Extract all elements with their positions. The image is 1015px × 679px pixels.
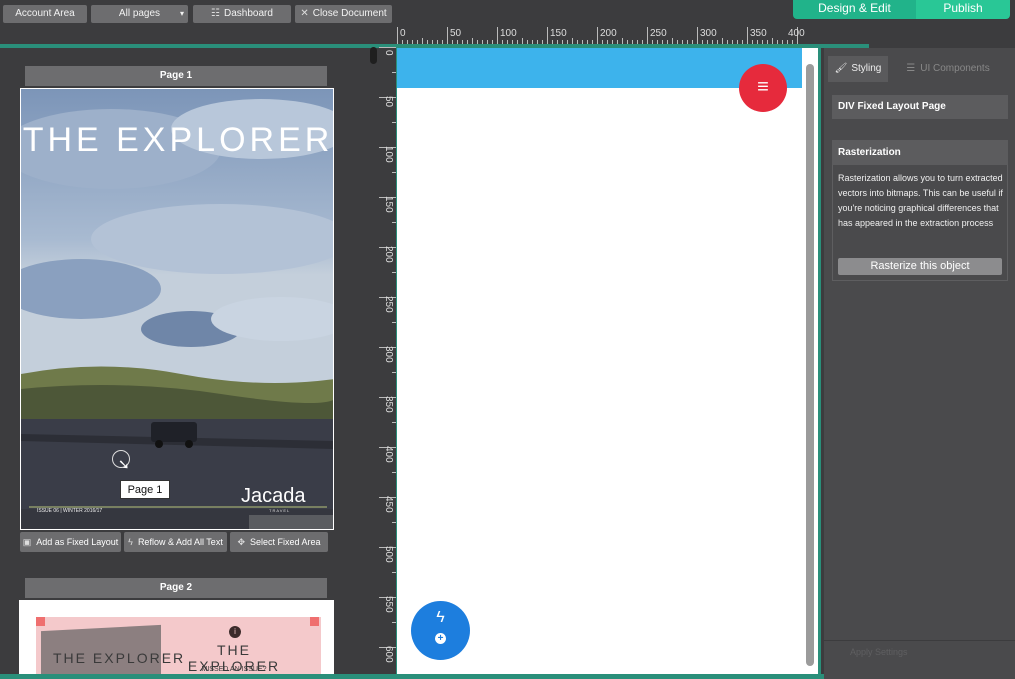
selected-element-label: DIV Fixed Layout Page [832,95,1008,119]
dashboard-button[interactable]: ☷ Dashboard [193,5,291,23]
cover-brand: Jacada [241,485,306,507]
canvas-scrollbar[interactable] [806,64,814,666]
reflow-add-text-label: Reflow & Add All Text [137,537,223,547]
ruler-left-label: 0 [383,50,394,56]
ruler-left-label: 150 [383,196,394,213]
pointer-icon: ➘ [118,456,130,472]
page-tooltip: Page 1 [120,480,170,499]
close-document-button[interactable]: ✕ Close Document [295,5,392,23]
crosshair-icon: ✥ [237,537,245,547]
apply-settings-button[interactable]: Apply Settings [824,640,1015,662]
pages-panel: Page 1 THE EXPLORER ISSUE 06 | WINTER 20… [0,48,365,674]
tab-styling[interactable]: 🖌 Styling [828,56,888,82]
cover-title: THE EXPLORER [22,121,334,159]
bottom-divider [0,674,869,679]
cover-brand-sub: TRAVEL [269,508,291,513]
ruler-top-label: 150 [550,28,567,39]
page2-missed-text: MISSED AN ISSUE? [201,666,267,673]
left-ruler: 0 50 100 150 200 250 300 350 400 450 500… [379,47,396,673]
quick-action-button[interactable]: ϟ + [411,601,470,660]
top-ruler: 0 50 100 150 200 250 300 350 400 [397,27,807,44]
sliders-icon: ☰ [906,63,916,74]
dashboard-icon: ☷ [211,8,221,19]
menu-button[interactable]: ≡ [739,64,787,112]
page2-left-title: THE EXPLORER [53,650,186,666]
ruler-top-label: 400 [788,28,805,39]
account-area-button[interactable]: Account Area [3,5,87,23]
page2-corner-mark-left [36,617,45,626]
page-select-dropdown[interactable]: All pages ▾ [91,5,188,23]
page2-corner-mark-right [310,617,319,626]
page-select-value: All pages [118,8,161,19]
tab-ui-components[interactable]: ☰ UI Components [893,56,1003,82]
select-fixed-area-button[interactable]: ✥ Select Fixed Area [230,532,328,552]
ruler-left-label: 250 [383,296,394,313]
ruler-left-label: 400 [383,446,394,463]
bolt-icon: ϟ [128,537,133,547]
ruler-left-label: 300 [383,346,394,363]
design-edit-button[interactable]: Design & Edit [793,0,916,19]
caret-down-icon: ▾ [179,9,184,18]
element-name: Fixed Layout Page [857,101,946,112]
ruler-top-label: 350 [750,28,767,39]
ruler-left-label: 450 [383,496,394,513]
ruler-left-label: 200 [383,246,394,263]
add-fixed-layout-button[interactable]: ▣ Add as Fixed Layout [20,532,121,552]
add-fixed-layout-label: Add as Fixed Layout [36,537,119,547]
close-document-label: Close Document [312,8,387,19]
ruler-top-label: 0 [400,28,406,39]
cover-issue-text: ISSUE 06 | WINTER 2016/17 [37,508,103,514]
reflow-add-text-button[interactable]: ϟ Reflow & Add All Text [124,532,227,552]
page1-header: Page 1 [25,66,327,86]
page1-thumbnail[interactable]: THE EXPLORER ISSUE 06 | WINTER 2016/17 J… [20,88,334,530]
image-icon: ▣ [22,537,32,547]
pages-scrollbar-handle[interactable] [370,47,377,64]
design-canvas[interactable]: ≡ ϟ + [397,48,802,674]
account-area-label: Account Area [15,8,75,19]
dashboard-label: Dashboard [224,8,273,19]
ruler-top-label: 250 [650,28,667,39]
publish-label: Publish [943,1,983,15]
close-icon: ✕ [300,8,309,19]
top-toolbar: Account Area All pages ▾ ☷ Dashboard ✕ Clos… [0,0,1015,27]
ruler-top-label: 300 [700,28,717,39]
page2-thumbnail[interactable]: THE EXPLORER i THE EXPLORER MISSED AN IS… [19,600,334,674]
ruler-left-label: 600 [383,646,394,663]
tab-ui-components-label: UI Components [920,63,990,74]
ruler-top-label: 200 [600,28,617,39]
tab-styling-label: Styling [851,63,882,74]
publish-button[interactable]: Publish [916,0,1010,19]
ruler-top-label: 50 [450,28,462,39]
ruler-left-label: 350 [383,396,394,413]
ruler-left-label: 500 [383,546,394,563]
design-edit-label: Design & Edit [818,1,891,15]
select-fixed-area-label: Select Fixed Area [250,537,321,547]
ruler-left-label: 550 [383,596,394,613]
plus-circle-icon: + [435,633,446,644]
hamburger-icon: ≡ [757,76,769,98]
rasterize-button[interactable]: Rasterize this object [838,258,1002,275]
ruler-top-label: 100 [500,28,517,39]
ruler-left-label: 50 [383,96,394,108]
brush-icon: 🖌 [834,63,848,74]
info-icon: i [229,626,241,638]
ruler-left-label: 100 [383,146,394,163]
element-tag: DIV [838,101,855,112]
page2-header: Page 2 [25,578,327,598]
rasterization-description: Rasterization allows you to turn extract… [838,173,1003,228]
bolt-icon: ϟ [436,609,445,626]
rasterization-title: Rasterization [832,140,1008,165]
